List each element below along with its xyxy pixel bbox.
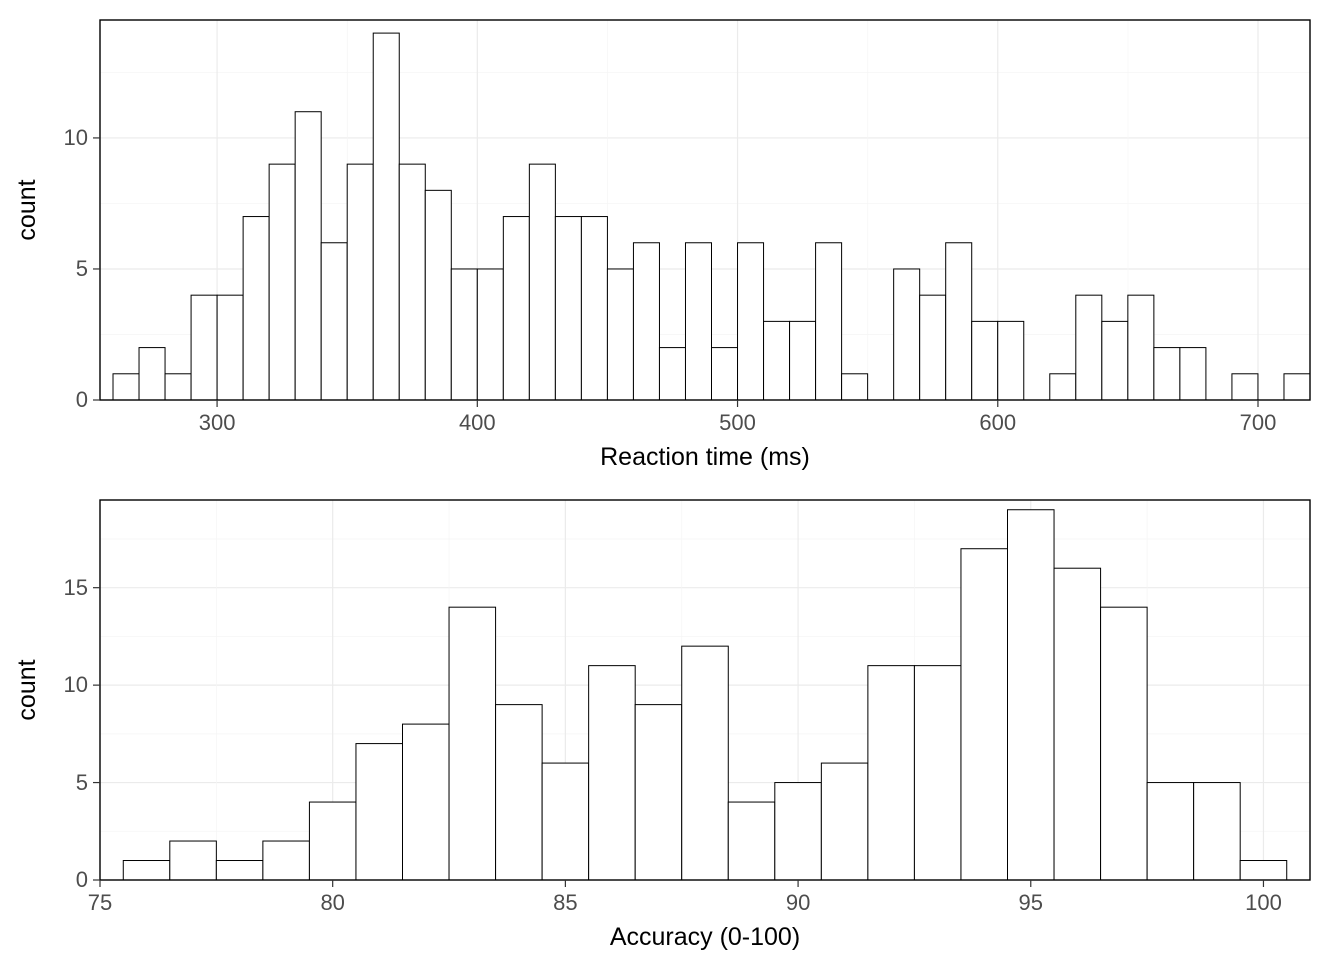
x-ticks-bottom: [100, 880, 1263, 887]
xtick-label: 400: [459, 410, 496, 435]
xtick-label: 80: [320, 890, 344, 915]
histogram-reaction-time: 300 400 500 600 700 0 5 10 Reaction time…: [0, 0, 1344, 480]
ytick-label: 10: [64, 125, 88, 150]
ytick-label: 0: [76, 867, 88, 892]
xtick-label: 100: [1245, 890, 1282, 915]
x-axis-label-bottom: Accuracy (0-100): [610, 923, 800, 951]
ytick-label: 0: [76, 387, 88, 412]
y-ticks-bottom: [93, 588, 100, 880]
x-ticks-top: [217, 400, 1258, 407]
y-axis-label-bottom: count: [13, 659, 41, 720]
bars-bottom: [123, 510, 1286, 880]
ytick-label: 15: [64, 575, 88, 600]
panel-accuracy: 75 80 85 90 95 100 0 5 10 15 Accuracy (0…: [0, 480, 1344, 960]
xtick-label: 75: [88, 890, 112, 915]
xtick-label: 90: [786, 890, 810, 915]
xtick-label: 95: [1019, 890, 1043, 915]
ytick-label: 5: [76, 256, 88, 281]
panel-reaction-time: 300 400 500 600 700 0 5 10 Reaction time…: [0, 0, 1344, 480]
xtick-label: 600: [979, 410, 1016, 435]
ytick-label: 5: [76, 770, 88, 795]
histogram-accuracy: 75 80 85 90 95 100 0 5 10 15 Accuracy (0…: [0, 480, 1344, 960]
bars-top: [113, 33, 1310, 400]
xtick-label: 500: [719, 410, 756, 435]
xtick-label: 300: [199, 410, 236, 435]
xtick-label: 700: [1240, 410, 1277, 435]
y-ticks-top: [93, 138, 100, 400]
xtick-label: 85: [553, 890, 577, 915]
y-axis-label-top: count: [13, 179, 41, 240]
chart-page: { "chart_data": [ { "type": "bar", "xlab…: [0, 0, 1344, 960]
ytick-label: 10: [64, 672, 88, 697]
x-axis-label-top: Reaction time (ms): [600, 443, 810, 471]
